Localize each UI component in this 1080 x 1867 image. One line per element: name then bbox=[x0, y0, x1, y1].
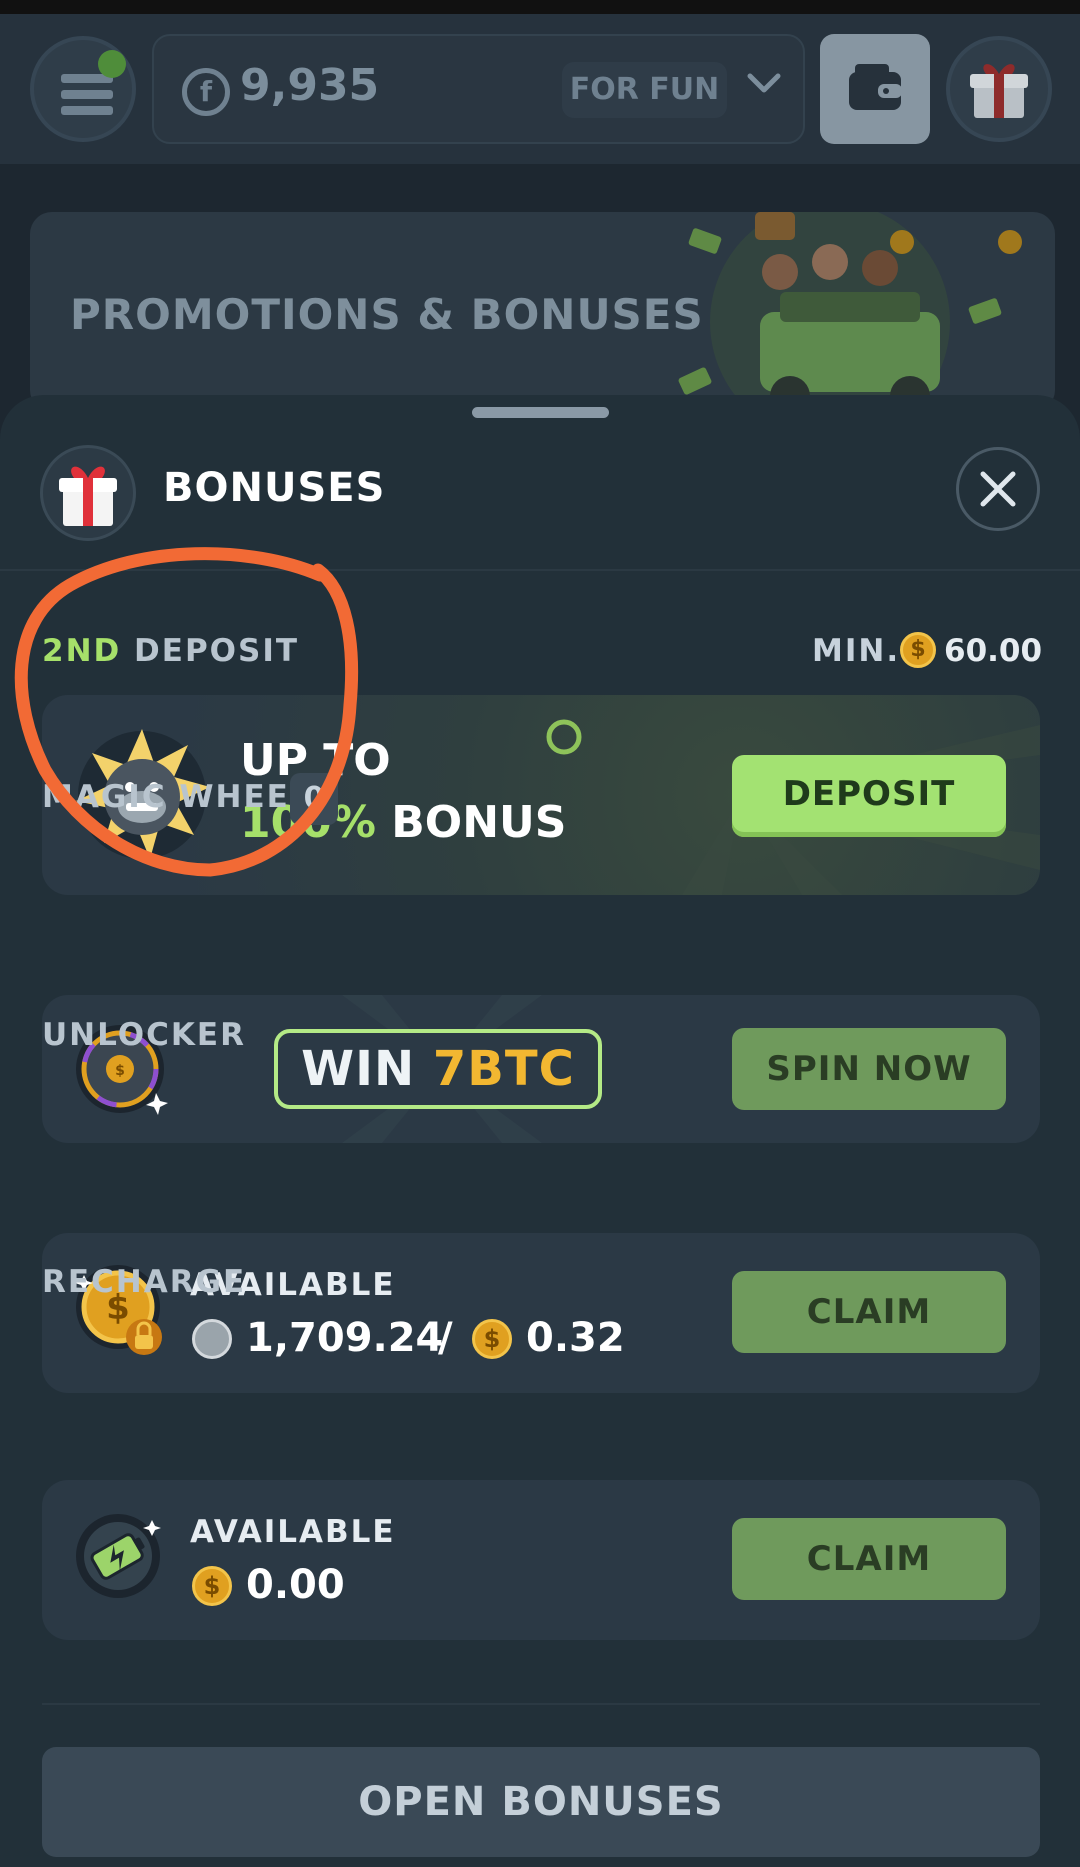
spin-now-button[interactable]: SPIN NOW bbox=[732, 1028, 1006, 1110]
amount-separator: / bbox=[438, 1315, 453, 1361]
chevron-down-icon bbox=[747, 73, 781, 93]
magic-wheel-label: MAGIC WHEEL bbox=[42, 779, 312, 815]
gift-icon bbox=[970, 64, 1028, 118]
unlocker-locked-amount: 1,709.24 bbox=[246, 1315, 444, 1361]
locked-coin-small-icon bbox=[192, 1319, 232, 1359]
gift-button[interactable] bbox=[946, 36, 1052, 142]
mode-badge: FOR FUN bbox=[562, 62, 727, 118]
deposit-button[interactable]: DEPOSIT bbox=[732, 755, 1006, 837]
bonuses-gift-icon bbox=[40, 445, 136, 541]
divider bbox=[0, 569, 1080, 571]
balance-selector[interactable]: f 9,935 FOR FUN bbox=[152, 34, 805, 144]
open-bonuses-button[interactable]: OPEN BONUSES bbox=[42, 1747, 1040, 1857]
unlocker-card: $ AVAILABLE 1,709.24 / $ 0.32 CLAIM bbox=[42, 1233, 1040, 1393]
notification-dot bbox=[98, 50, 126, 78]
divider bbox=[42, 1703, 1040, 1705]
recharge-label: RECHARGE bbox=[42, 1264, 247, 1300]
drag-handle[interactable] bbox=[472, 407, 609, 418]
battery-icon bbox=[76, 1514, 161, 1598]
wallet-icon bbox=[849, 64, 902, 110]
bonuses-sheet: BONUSES 2ND DEPOSIT MIN. $ 60.00 UP TO B… bbox=[0, 395, 1080, 1867]
coin-icon: $ bbox=[192, 1566, 232, 1606]
close-icon bbox=[980, 471, 1016, 507]
recharge-available-label: AVAILABLE bbox=[190, 1514, 396, 1550]
spin-count-badge: 0 bbox=[290, 773, 338, 825]
promotions-banner[interactable]: PROMOTIONS & BONUSES bbox=[30, 212, 1055, 412]
top-header: f 9,935 FOR FUN bbox=[0, 14, 1080, 164]
recharge-amount: 0.00 bbox=[246, 1562, 345, 1608]
promo-title: PROMOTIONS & BONUSES bbox=[70, 290, 704, 339]
wallet-button[interactable] bbox=[820, 34, 930, 144]
deposit-section-label: 2ND DEPOSIT bbox=[42, 633, 300, 669]
win-7btc-banner: WIN 7BTC bbox=[274, 1029, 602, 1109]
balance-value: 9,935 bbox=[240, 60, 380, 111]
svg-text:$: $ bbox=[115, 1063, 125, 1079]
min-value: 60.00 bbox=[944, 633, 1043, 669]
min-label: MIN. bbox=[812, 633, 901, 669]
close-button[interactable] bbox=[956, 447, 1040, 531]
coin-icon: $ bbox=[472, 1319, 512, 1359]
unlocker-coin-amount: 0.32 bbox=[526, 1315, 625, 1361]
unlocker-label: UNLOCKER bbox=[42, 1017, 246, 1053]
sheet-title: BONUSES bbox=[163, 465, 386, 511]
recharge-card: AVAILABLE $ 0.00 CLAIM bbox=[42, 1480, 1040, 1640]
fun-coin-icon: f bbox=[182, 68, 230, 116]
recharge-claim-button[interactable]: CLAIM bbox=[732, 1518, 1006, 1600]
coin-icon: $ bbox=[900, 632, 936, 668]
menu-button[interactable] bbox=[30, 36, 136, 142]
status-strip bbox=[0, 0, 1080, 14]
unlocker-claim-button[interactable]: CLAIM bbox=[732, 1271, 1006, 1353]
promo-illustration bbox=[678, 212, 1022, 412]
